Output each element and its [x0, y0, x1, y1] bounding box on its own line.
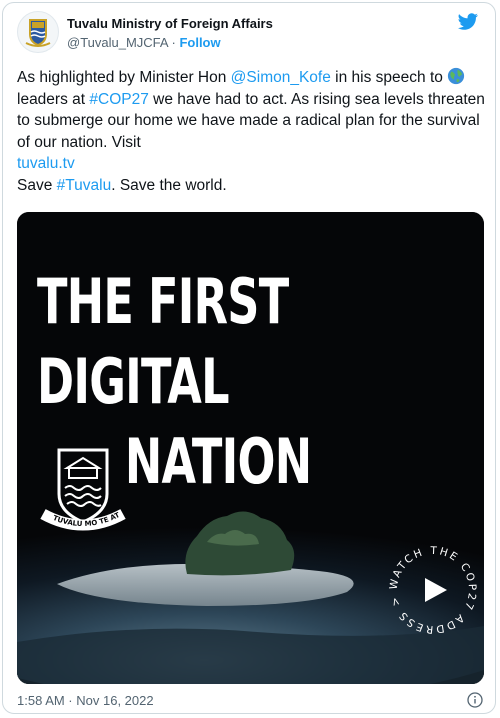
mention-link[interactable]: @Simon_Kofe — [231, 69, 331, 86]
author-handle[interactable]: @Tuvalu_MJCFA — [67, 35, 168, 50]
info-icon[interactable] — [467, 692, 483, 708]
tweet-text-part: leaders at — [17, 90, 90, 108]
tweet-text: As highlighted by Minister Hon @Simon_Ko… — [17, 67, 487, 196]
follow-button[interactable]: Follow — [179, 35, 220, 50]
twitter-bird-icon[interactable] — [457, 13, 479, 31]
play-icon[interactable] — [425, 578, 447, 602]
tweet-text-part: As highlighted by Minister Hon — [17, 69, 231, 86]
separator: · — [171, 35, 176, 50]
globe-icon — [448, 67, 465, 85]
media-image[interactable]: THE FIRST DIGITAL NATION TUVALU MO TE AT… — [17, 212, 484, 684]
tweet-card: Tuvalu Ministry of Foreign Affairs @Tuva… — [2, 2, 496, 714]
author-handle-row: @Tuvalu_MJCFA · Follow — [67, 34, 273, 52]
hashtag-tuvalu-link[interactable]: #Tuvalu — [57, 177, 112, 194]
author-block: Tuvalu Ministry of Foreign Affairs @Tuva… — [67, 16, 273, 52]
url-link[interactable]: tuvalu.tv — [17, 155, 75, 172]
tweet-text-part: in his speech to — [330, 69, 448, 86]
tweet-text-part: . Save the world. — [111, 176, 227, 194]
headline-line1: THE FIRST — [37, 265, 289, 338]
tweet-header: Tuvalu Ministry of Foreign Affairs @Tuva… — [17, 11, 483, 55]
tuvalu-crest-icon: TUVALU MO TE ATUA — [39, 444, 126, 531]
hashtag-cop27-link[interactable]: #COP27 — [89, 91, 148, 108]
headline-line2: DIGITAL — [37, 345, 230, 418]
timestamp[interactable]: 1:58 AM · Nov 16, 2022 — [17, 693, 154, 708]
author-name[interactable]: Tuvalu Ministry of Foreign Affairs — [67, 16, 273, 32]
tweet-text-part: Save — [17, 176, 57, 194]
avatar[interactable] — [17, 11, 59, 53]
watch-address-badge[interactable]: WATCH THE COP27 ADDRESS >> — [383, 540, 483, 640]
